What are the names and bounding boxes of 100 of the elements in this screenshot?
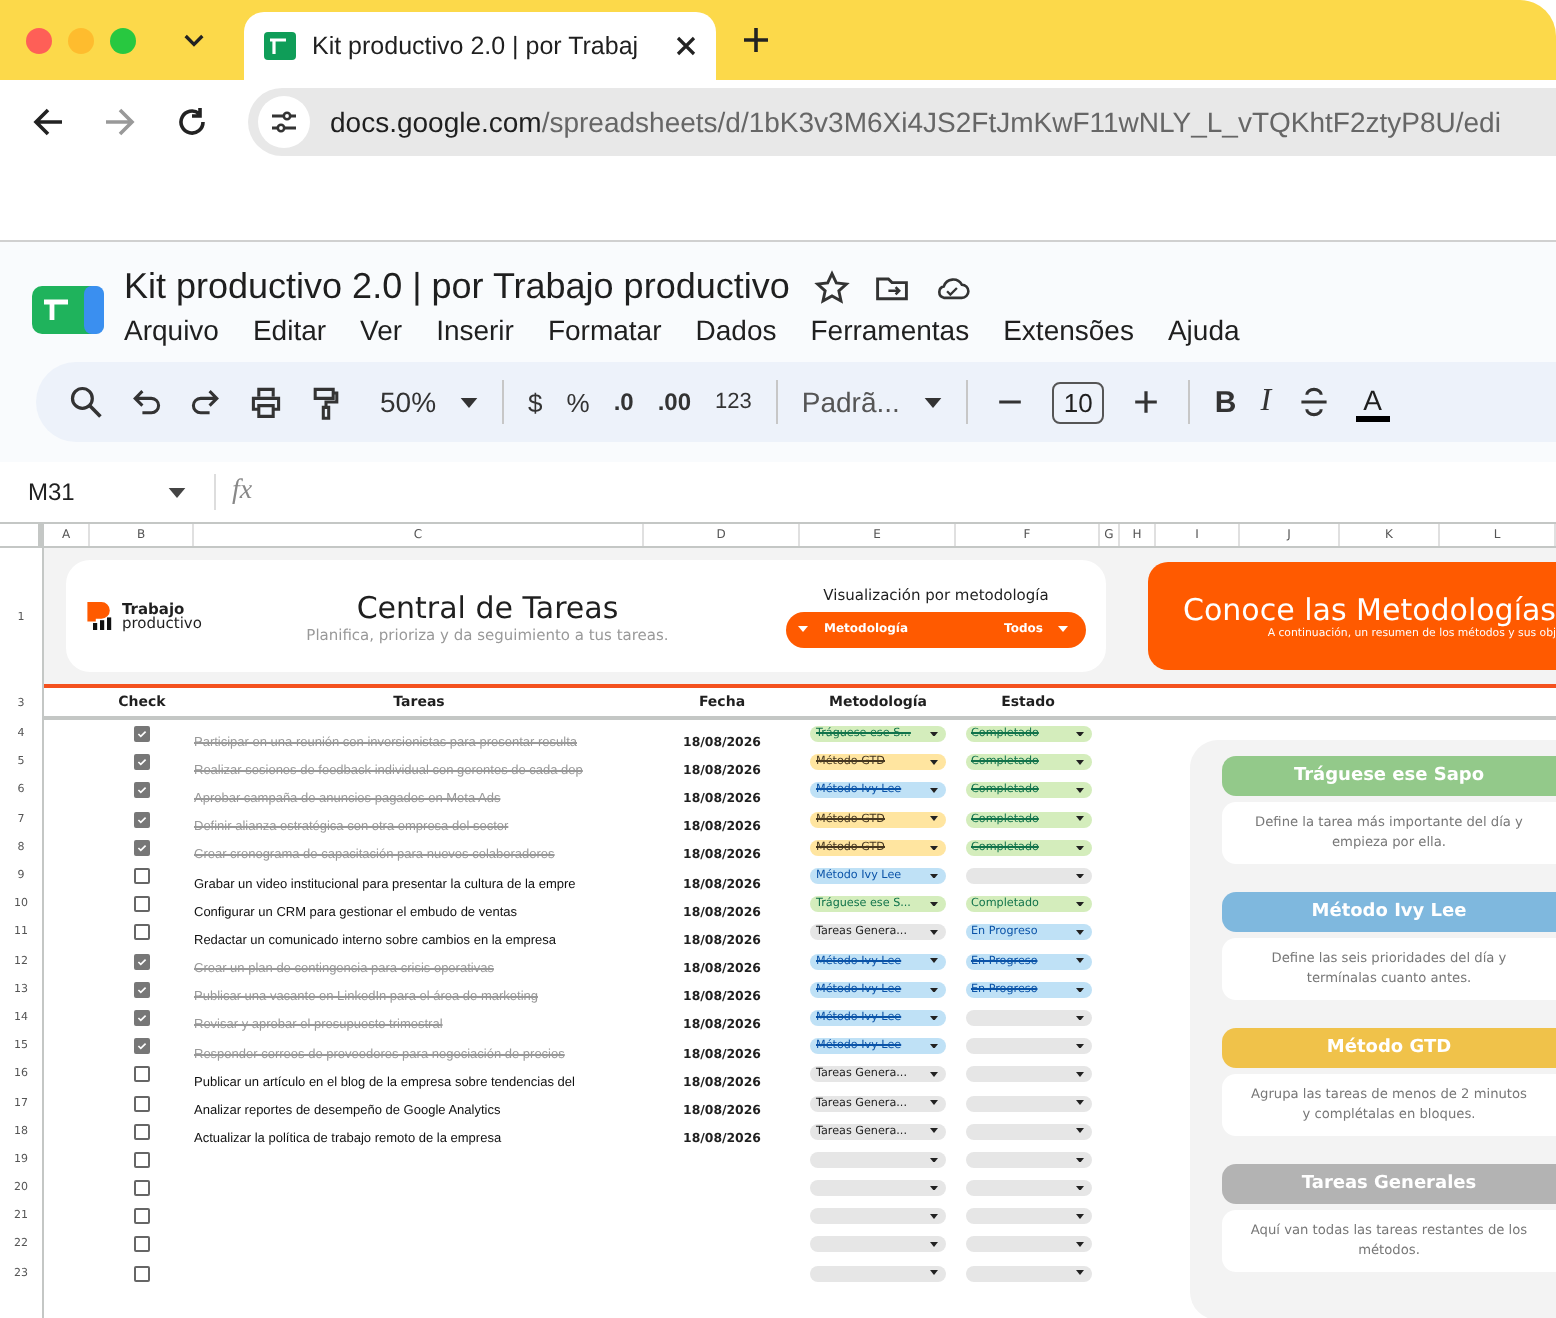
caret-icon[interactable] bbox=[1075, 1072, 1083, 1078]
checkbox[interactable] bbox=[134, 1236, 150, 1253]
redo-icon[interactable] bbox=[188, 384, 224, 420]
checkbox[interactable] bbox=[134, 1009, 150, 1026]
checkbox[interactable] bbox=[134, 1066, 150, 1083]
caret-icon[interactable] bbox=[1075, 1270, 1083, 1276]
checkbox[interactable] bbox=[134, 1180, 150, 1197]
undo-icon[interactable] bbox=[128, 384, 164, 420]
caret-icon[interactable] bbox=[930, 873, 938, 879]
caret-icon[interactable] bbox=[1075, 1015, 1083, 1021]
caret-icon[interactable] bbox=[930, 1214, 938, 1220]
checkbox[interactable] bbox=[134, 1151, 150, 1168]
close-icon[interactable] bbox=[676, 36, 696, 56]
font-size-field[interactable]: 10 bbox=[1051, 381, 1105, 423]
checkbox[interactable] bbox=[134, 1265, 150, 1282]
caret-icon[interactable] bbox=[1075, 816, 1083, 822]
menu-item[interactable]: Ferramentas bbox=[810, 314, 970, 346]
caret-icon[interactable] bbox=[1075, 1157, 1083, 1163]
menu-item[interactable]: Ver bbox=[360, 314, 403, 346]
strikethrough-icon[interactable] bbox=[1295, 384, 1332, 420]
menu-item[interactable]: Editar bbox=[252, 314, 327, 346]
caret-icon[interactable] bbox=[1075, 845, 1083, 851]
caret-icon[interactable] bbox=[1075, 760, 1083, 766]
caret-icon[interactable] bbox=[930, 731, 938, 737]
checkbox[interactable] bbox=[134, 924, 150, 941]
caret-icon[interactable] bbox=[460, 397, 479, 407]
bold-button[interactable]: B bbox=[1214, 385, 1237, 419]
document-title[interactable]: Kit productivo 2.0 | por Trabajo productivo bbox=[124, 266, 790, 308]
menu-item[interactable]: Extensões bbox=[1003, 314, 1134, 346]
currency-format-button[interactable]: $ bbox=[528, 387, 543, 417]
forward-arrow-icon[interactable] bbox=[104, 106, 136, 138]
caret-icon[interactable] bbox=[930, 1242, 938, 1248]
menu-item[interactable]: Formatar bbox=[547, 314, 662, 346]
caret-icon[interactable] bbox=[930, 958, 938, 964]
search-icon[interactable] bbox=[68, 384, 104, 420]
checkbox[interactable] bbox=[134, 981, 150, 998]
checkbox[interactable] bbox=[134, 839, 150, 856]
checkbox[interactable] bbox=[134, 1123, 150, 1140]
caret-icon[interactable] bbox=[1075, 1043, 1083, 1049]
caret-icon[interactable] bbox=[923, 397, 942, 407]
checkbox[interactable] bbox=[134, 782, 150, 799]
text-color-button[interactable]: A bbox=[1355, 383, 1390, 421]
caret-icon[interactable] bbox=[1075, 1128, 1083, 1134]
checkbox[interactable] bbox=[134, 726, 150, 743]
percent-format-button[interactable]: % bbox=[566, 387, 590, 417]
caret-icon[interactable] bbox=[930, 987, 938, 993]
caret-icon[interactable] bbox=[930, 1185, 938, 1191]
italic-button[interactable]: I bbox=[1260, 384, 1272, 420]
caret-icon[interactable] bbox=[1075, 901, 1083, 907]
menu-item[interactable]: Inserir bbox=[436, 314, 514, 346]
caret-icon[interactable] bbox=[930, 1072, 938, 1078]
checkbox[interactable] bbox=[134, 1038, 150, 1055]
site-settings-icon[interactable] bbox=[258, 96, 310, 148]
font-dropdown[interactable]: Padrã... bbox=[801, 386, 900, 418]
menu-item[interactable]: Ajuda bbox=[1167, 314, 1240, 346]
caret-icon[interactable] bbox=[1075, 1100, 1083, 1106]
decrease-decimals-button[interactable]: .0 bbox=[613, 388, 634, 416]
caret-icon[interactable] bbox=[1075, 958, 1083, 964]
checkbox[interactable] bbox=[134, 896, 150, 913]
caret-icon[interactable] bbox=[930, 930, 938, 936]
menu-item[interactable]: Arquivo bbox=[124, 314, 219, 346]
back-arrow-icon[interactable] bbox=[32, 106, 64, 138]
increase-decimals-button[interactable]: .00 bbox=[657, 388, 692, 416]
caret-icon[interactable] bbox=[930, 901, 938, 907]
plus-icon[interactable] bbox=[744, 28, 768, 52]
caret-icon[interactable] bbox=[168, 487, 186, 497]
checkbox[interactable] bbox=[134, 754, 150, 771]
caret-icon[interactable] bbox=[1075, 987, 1083, 993]
checkbox[interactable] bbox=[134, 811, 150, 828]
caret-icon[interactable] bbox=[930, 1043, 938, 1049]
caret-icon[interactable] bbox=[1075, 731, 1083, 737]
caret-icon[interactable] bbox=[1075, 1214, 1083, 1220]
caret-icon[interactable] bbox=[930, 760, 938, 766]
caret-icon[interactable] bbox=[930, 1270, 938, 1276]
browser-tab[interactable]: Kit productivo 2.0 | por Trabaj bbox=[244, 12, 716, 80]
paint-roller-icon[interactable] bbox=[308, 384, 344, 420]
checkbox[interactable] bbox=[134, 1095, 150, 1112]
checkbox[interactable] bbox=[134, 953, 150, 970]
caret-icon[interactable] bbox=[1075, 1242, 1083, 1248]
caret-icon[interactable] bbox=[930, 1100, 938, 1106]
caret-icon[interactable] bbox=[930, 1157, 938, 1163]
address-bar[interactable]: docs.google.com/spreadsheets/d/1bK3v3M6Xi4JS2FtJmKwF11wNLY_L_vTQKhtF2ztyP8U/edi bbox=[248, 88, 1556, 156]
menu-item[interactable]: Dados bbox=[695, 314, 777, 346]
checkbox[interactable] bbox=[134, 1208, 150, 1225]
chevron-down-icon[interactable] bbox=[184, 34, 204, 48]
star-icon[interactable] bbox=[813, 269, 850, 305]
caret-icon[interactable] bbox=[930, 788, 938, 794]
caret-icon[interactable] bbox=[930, 1015, 938, 1021]
print-icon[interactable] bbox=[248, 384, 284, 420]
checkbox[interactable] bbox=[134, 868, 150, 885]
caret-icon[interactable] bbox=[1075, 930, 1083, 936]
cell-name-box[interactable]: M31 bbox=[28, 478, 152, 506]
caret-icon[interactable] bbox=[930, 1128, 938, 1134]
number-format-button[interactable]: 123 bbox=[715, 390, 752, 414]
reload-icon[interactable] bbox=[176, 106, 208, 138]
caret-icon[interactable] bbox=[1075, 788, 1083, 794]
spreadsheet-logo-icon[interactable] bbox=[32, 282, 104, 338]
caret-icon[interactable] bbox=[930, 816, 938, 822]
caret-icon[interactable] bbox=[1075, 1185, 1083, 1191]
caret-icon[interactable] bbox=[930, 845, 938, 851]
